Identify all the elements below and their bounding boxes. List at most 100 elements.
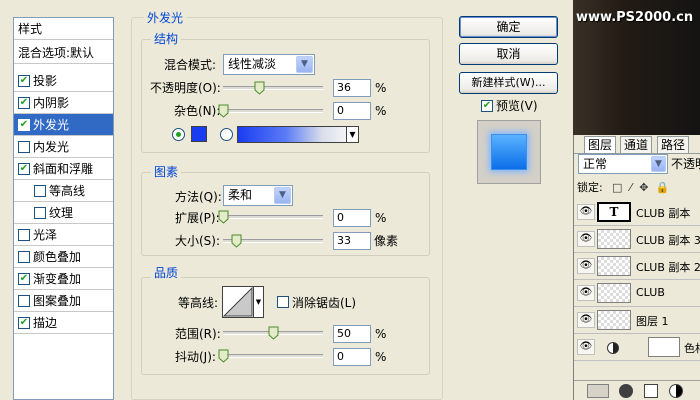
layer-row[interactable]: 👁 CLUB 副本 2 [574, 253, 700, 280]
opacity-slider[interactable] [223, 86, 323, 90]
layer-blend-select[interactable]: 正常 ▼ [578, 154, 668, 174]
noise-slider-thumb[interactable] [218, 104, 229, 118]
eye-icon[interactable]: 👁 [577, 285, 595, 301]
style-item[interactable]: ✔ 投影 [14, 70, 113, 92]
contour-dropdown-icon[interactable]: ▼ [253, 287, 263, 317]
preview-checkbox[interactable]: ✔ [481, 100, 493, 112]
jitter-slider[interactable] [223, 354, 323, 358]
style-list-header: 样式 [14, 18, 113, 40]
eye-icon[interactable]: 👁 [577, 231, 595, 247]
layer-name: 色相 [684, 342, 700, 355]
style-item[interactable]: ✔ 渐变叠加 [14, 268, 113, 290]
checkbox-icon[interactable] [18, 294, 30, 307]
gradient-radio[interactable] [220, 128, 233, 141]
checked-checkbox-icon[interactable]: ✔ [18, 272, 30, 285]
eye-icon[interactable]: 👁 [577, 204, 595, 220]
lock-icons[interactable]: □ ⁄ ✥ 🔒 [612, 180, 672, 196]
checked-checkbox-icon[interactable]: ✔ [18, 96, 30, 109]
preview-label: 预览(V) [496, 99, 538, 113]
blend-mode-select[interactable]: 线性减淡 ▼ [223, 54, 315, 75]
technique-select[interactable]: 柔和 ▼ [223, 185, 293, 206]
contour-picker[interactable]: ▼ [222, 286, 264, 318]
jitter-slider-thumb[interactable] [218, 349, 229, 363]
range-input[interactable]: 50 [333, 325, 371, 343]
cancel-button[interactable]: 取消 [459, 43, 558, 65]
antialias-checkbox[interactable] [277, 296, 289, 308]
spread-input[interactable]: 0 [333, 209, 371, 227]
ok-button[interactable]: 确定 [459, 16, 558, 38]
style-item[interactable]: 颜色叠加 [14, 246, 113, 268]
layer-row[interactable]: 👁 图层 1 [574, 307, 700, 334]
mask-icon[interactable] [644, 384, 658, 398]
layer-row[interactable]: 👁 CLUB 副本 3 [574, 226, 700, 253]
style-item[interactable]: ✔ 外发光 [14, 114, 113, 136]
new-style-button[interactable]: 新建样式(W)... [459, 72, 558, 94]
style-item[interactable]: 内发光 [14, 136, 113, 158]
structure-title: 结构 [151, 32, 182, 46]
layer-row[interactable]: 👁 色相 [574, 334, 700, 361]
layer-mask-thumbnail [648, 337, 680, 357]
range-slider-thumb[interactable] [268, 326, 279, 340]
opacity-label: 不透明度(O): [150, 81, 221, 95]
noise-input[interactable]: 0 [333, 102, 371, 120]
style-item[interactable]: 图案叠加 [14, 290, 113, 312]
opacity-input[interactable]: 36 [333, 79, 371, 97]
noise-slider[interactable] [223, 109, 323, 113]
eye-icon[interactable]: 👁 [577, 339, 595, 355]
style-item[interactable]: 纹理 [14, 202, 113, 224]
link-icon[interactable] [587, 384, 609, 398]
solid-color-radio[interactable] [172, 128, 185, 141]
noise-value: 0 [337, 104, 344, 117]
blend-options-item[interactable]: 混合选项:默认 [14, 42, 113, 64]
eye-icon[interactable]: 👁 [577, 258, 595, 274]
checked-checkbox-icon[interactable]: ✔ [18, 118, 30, 131]
noise-label: 杂色(N): [174, 104, 221, 118]
new-style-button-label: 新建样式(W)... [471, 76, 546, 89]
layer-thumbnail [597, 310, 631, 330]
tab-paths[interactable]: 路径 [657, 136, 690, 153]
size-input[interactable]: 33 [333, 232, 371, 250]
size-label: 大小(S): [175, 234, 221, 248]
checked-checkbox-icon[interactable]: ✔ [18, 316, 30, 329]
tab-layers[interactable]: 图层 [584, 136, 617, 153]
adjustment-icon[interactable] [669, 384, 683, 398]
style-item-label: 光泽 [33, 228, 58, 242]
fx-icon[interactable] [619, 384, 633, 398]
size-unit: 像素 [374, 234, 399, 248]
spread-slider[interactable] [223, 215, 323, 219]
spread-slider-thumb[interactable] [218, 210, 229, 224]
technique-label: 方法(Q): [175, 190, 222, 204]
layers-footer [574, 380, 700, 400]
gradient-dropdown-icon[interactable]: ▼ [346, 127, 358, 142]
layer-row[interactable]: 👁 CLUB [574, 280, 700, 307]
style-item[interactable]: 等高线 [14, 180, 113, 202]
layer-name: CLUB 副本 2 [636, 261, 700, 274]
checkbox-icon[interactable] [34, 206, 46, 219]
style-item[interactable]: ✔ 内阴影 [14, 92, 113, 114]
checkbox-icon[interactable] [34, 184, 46, 197]
spread-label: 扩展(P): [175, 211, 220, 225]
glow-color-swatch[interactable] [191, 126, 207, 142]
checkbox-icon[interactable] [18, 228, 30, 241]
style-item[interactable]: ✔ 描边 [14, 312, 113, 334]
style-item-label: 图案叠加 [33, 294, 82, 308]
contour-preview-icon [223, 287, 253, 317]
eye-icon[interactable]: 👁 [577, 312, 595, 328]
checkbox-icon[interactable] [18, 140, 30, 153]
jitter-percent: % [375, 350, 387, 364]
range-percent: % [375, 327, 387, 341]
style-item[interactable]: 光泽 [14, 224, 113, 246]
tab-channels[interactable]: 通道 [620, 136, 653, 153]
checked-checkbox-icon[interactable]: ✔ [18, 74, 30, 87]
opacity-slider-thumb[interactable] [254, 81, 265, 95]
text-layer-thumbnail: T [597, 202, 631, 222]
glow-gradient-picker[interactable]: ▼ [237, 126, 359, 143]
size-slider-thumb[interactable] [231, 234, 242, 248]
layer-row[interactable]: 👁 T CLUB 副本 [574, 199, 700, 226]
style-item[interactable]: ✔ 斜面和浮雕 [14, 158, 113, 180]
opacity-value: 36 [337, 81, 351, 94]
jitter-input[interactable]: 0 [333, 348, 371, 366]
blend-mode-value: 线性减淡 [228, 57, 277, 71]
checked-checkbox-icon[interactable]: ✔ [18, 162, 30, 175]
checkbox-icon[interactable] [18, 250, 30, 263]
